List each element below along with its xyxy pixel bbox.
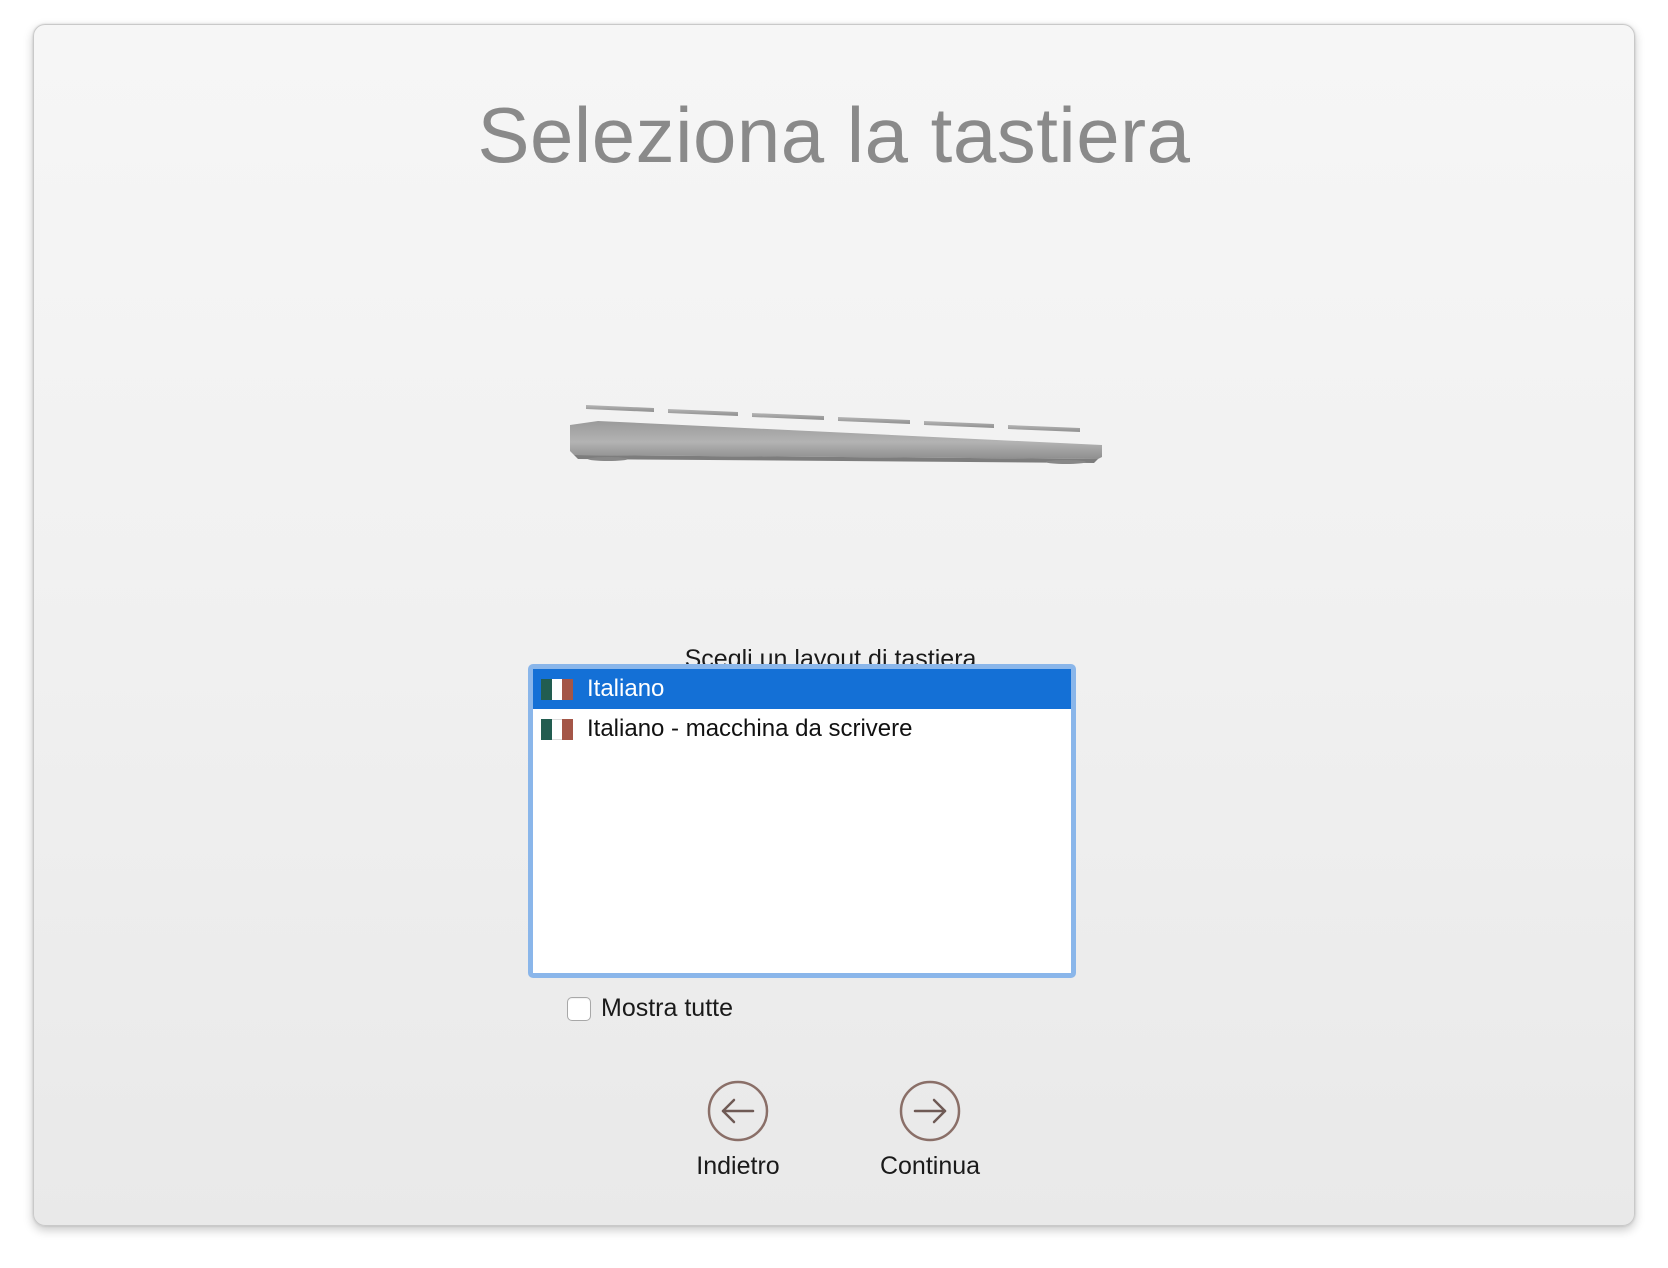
list-item-italiano[interactable]: Italiano <box>533 669 1071 709</box>
show-all-option[interactable]: Mostra tutte <box>567 994 733 1023</box>
page-title: Seleziona la tastiera <box>477 91 1191 179</box>
keyboard-layout-list[interactable]: Italiano Italiano - macchina da scrivere <box>528 664 1076 978</box>
setup-window: Seleziona la tastiera Scegli un layout d… <box>33 24 1635 1226</box>
keyboard-illustration <box>570 405 1102 464</box>
list-item-label: Italiano <box>587 675 665 702</box>
list-item-italiano-typewriter[interactable]: Italiano - macchina da scrivere <box>533 709 1071 749</box>
italian-flag-icon <box>541 678 574 700</box>
back-button[interactable]: Indietro <box>663 1080 813 1181</box>
continue-label[interactable]: Continua <box>855 1152 1005 1181</box>
show-all-label[interactable]: Mostra tutte <box>601 994 733 1023</box>
list-item-label: Italiano - macchina da scrivere <box>587 715 913 742</box>
italian-flag-icon <box>541 718 574 740</box>
show-all-checkbox[interactable] <box>567 996 591 1021</box>
continue-button[interactable]: Continua <box>855 1080 1005 1181</box>
back-label[interactable]: Indietro <box>663 1152 813 1181</box>
arrow-left-circle-icon[interactable] <box>707 1080 769 1142</box>
arrow-right-circle-icon[interactable] <box>899 1080 961 1142</box>
